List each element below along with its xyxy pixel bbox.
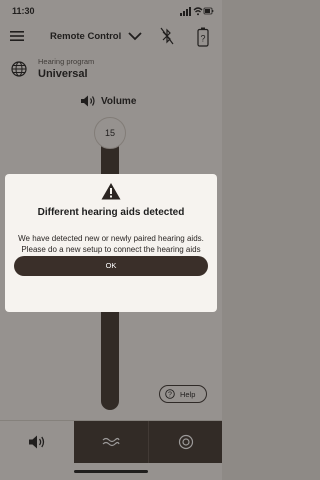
warning-icon xyxy=(101,183,121,200)
hearing-aids-detected-dialog: Different hearing aids detected We have … xyxy=(5,174,217,312)
ok-button[interactable]: OK xyxy=(14,256,208,276)
dialog-title: Different hearing aids detected xyxy=(37,207,185,218)
